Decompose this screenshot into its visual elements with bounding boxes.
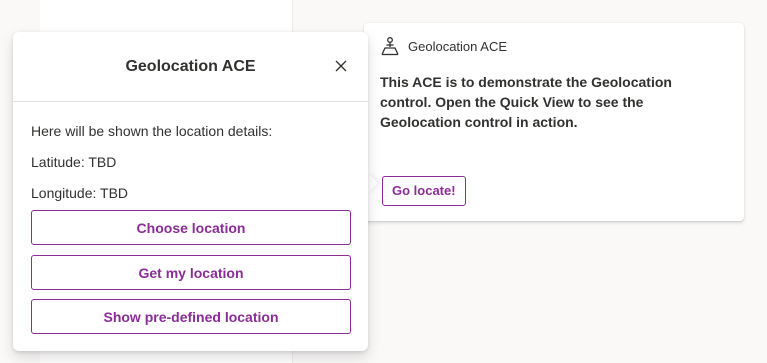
ace-card-header: Geolocation ACE	[380, 35, 507, 57]
latitude-value: Latitude: TBD	[31, 154, 117, 170]
show-predefined-location-button[interactable]: Show pre-defined location	[31, 299, 351, 334]
quick-view-header: Geolocation ACE	[13, 32, 368, 102]
go-locate-button[interactable]: Go locate!	[382, 176, 466, 206]
ace-card-title: Geolocation ACE	[408, 38, 508, 54]
quick-view-title: Geolocation ACE	[125, 58, 256, 75]
page: Geolocation ACE This ACE is to demonstra…	[0, 0, 767, 363]
person-pin-icon	[380, 36, 400, 56]
get-my-location-button[interactable]: Get my location	[31, 255, 351, 290]
choose-location-button[interactable]: Choose location	[31, 210, 351, 245]
location-details-intro: Here will be shown the location details:	[31, 123, 273, 139]
ace-card-description: This ACE is to demonstrate the Geolocati…	[380, 74, 672, 130]
close-icon[interactable]	[329, 54, 353, 78]
longitude-value: Longitude: TBD	[31, 185, 129, 201]
quick-view-dialog: Geolocation ACE Here will be shown the l…	[13, 32, 368, 351]
ace-card[interactable]: Geolocation ACE This ACE is to demonstra…	[364, 23, 744, 221]
